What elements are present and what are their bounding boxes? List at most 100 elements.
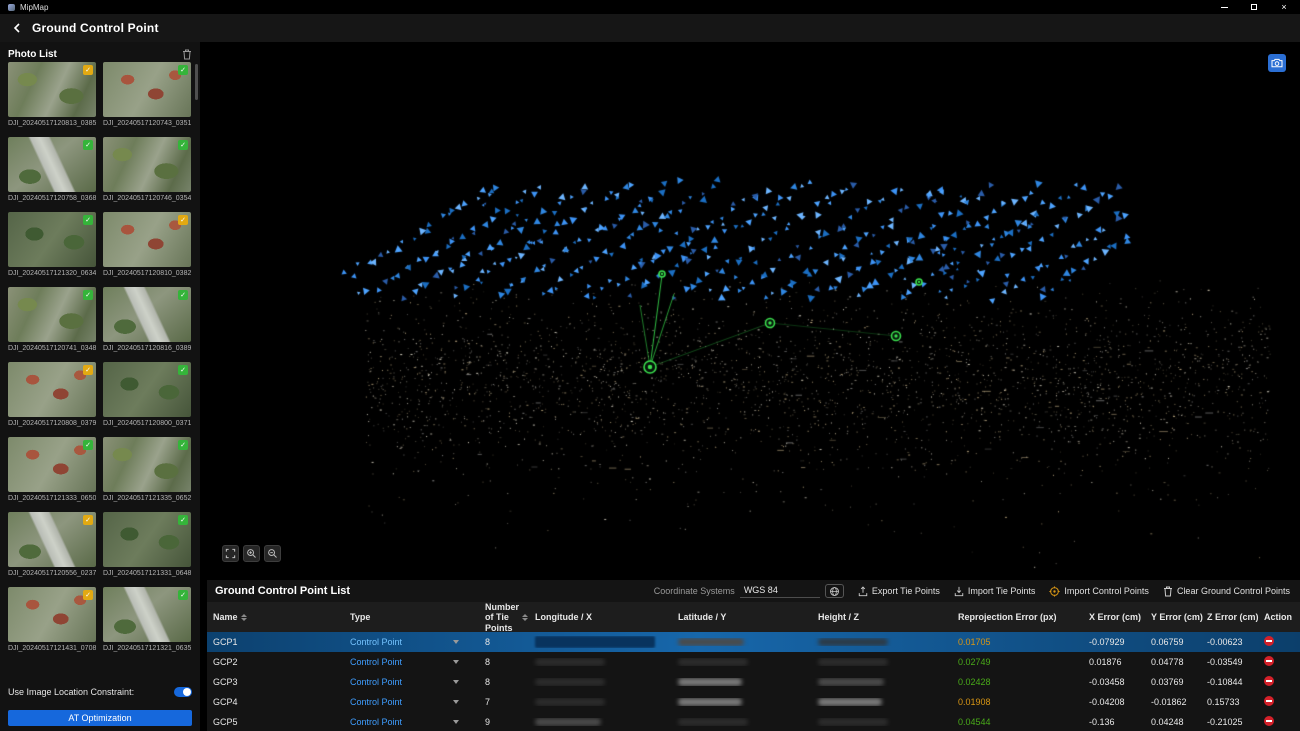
z-error-value: -0.21025 xyxy=(1201,717,1258,727)
table-row-gcp2[interactable]: GCP2 Control Point 8 0.02749 0.01876 0.0… xyxy=(207,652,1300,672)
back-button[interactable] xyxy=(10,21,24,35)
photo-filename: DJI_20240517120741_0348... xyxy=(8,345,96,352)
photo-filename: DJI_20240517120743_0351... xyxy=(103,120,191,127)
import-tie-points-button[interactable]: Import Tie Points xyxy=(954,586,1036,597)
col-type: Type xyxy=(344,612,479,622)
gcp-name: GCP3 xyxy=(207,677,344,687)
screenshot-camera-button[interactable] xyxy=(1268,54,1286,72)
check-badge-icon xyxy=(83,215,93,225)
close-button[interactable]: × xyxy=(1278,2,1290,12)
photo-list-sidebar: Photo List DJI_20240517120813_0385... DJ… xyxy=(0,42,200,731)
x-error-value: 0.01876 xyxy=(1083,657,1145,667)
export-tie-points-label: Export Tie Points xyxy=(872,586,940,596)
gcp-list-panel: Ground Control Point List Coordinate Sys… xyxy=(207,580,1300,731)
coordinate-system-input[interactable]: WGS 84 xyxy=(740,584,820,598)
photo-item[interactable]: DJI_20240517120816_0389... xyxy=(103,287,191,352)
minimize-button[interactable] xyxy=(1218,2,1230,12)
coordinate-system-picker-button[interactable] xyxy=(825,584,844,598)
photo-item[interactable]: DJI_20240517121320_0634... xyxy=(8,212,96,277)
reprojection-error-value: 0.02428 xyxy=(952,677,1083,687)
table-row-gcp4[interactable]: GCP4 Control Point 7 0.01908 -0.04208 -0… xyxy=(207,692,1300,712)
chevron-down-icon xyxy=(453,640,459,644)
zoom-in-button[interactable] xyxy=(243,545,260,562)
import-control-points-button[interactable]: Import Control Points xyxy=(1049,586,1149,597)
viewport-zoom-toolbar xyxy=(222,545,281,562)
photo-item[interactable]: DJI_20240517120556_0237... xyxy=(8,512,96,577)
photo-item[interactable]: DJI_20240517120746_0354... xyxy=(103,137,191,202)
import-tie-points-label: Import Tie Points xyxy=(968,586,1036,596)
panel-title: Ground Control Point List xyxy=(215,585,350,597)
type-dropdown[interactable]: Control Point xyxy=(344,677,479,687)
delete-gcp-button[interactable] xyxy=(1264,656,1274,666)
photo-thumbnail xyxy=(8,62,96,117)
photo-item[interactable]: DJI_20240517120813_0385... xyxy=(8,62,96,127)
z-error-value: -0.03549 xyxy=(1201,657,1258,667)
delete-gcp-button[interactable] xyxy=(1264,676,1274,686)
photo-thumbnail xyxy=(103,287,191,342)
photo-thumbnail xyxy=(103,137,191,192)
reprojection-error-value: 0.02749 xyxy=(952,657,1083,667)
photo-item[interactable]: DJI_20240517120743_0351... xyxy=(103,62,191,127)
photo-item[interactable]: DJI_20240517120800_0371... xyxy=(103,362,191,427)
sort-icon[interactable] xyxy=(522,614,528,621)
maximize-button[interactable] xyxy=(1248,2,1260,12)
photo-item[interactable]: DJI_20240517120810_0382... xyxy=(103,212,191,277)
table-row-gcp1[interactable]: GCP1 Control Point 8 0.01705 -0.07929 0.… xyxy=(207,632,1300,652)
photo-thumbnail xyxy=(103,212,191,267)
export-tie-points-button[interactable]: Export Tie Points xyxy=(858,586,940,597)
clear-gcp-button[interactable]: Clear Ground Control Points xyxy=(1163,586,1290,597)
col-latitude: Latitude / Y xyxy=(672,612,812,622)
flag-badge-icon xyxy=(83,515,93,525)
y-error-value: -0.01862 xyxy=(1145,697,1201,707)
coordinate-systems-label: Coordinate Systems xyxy=(654,586,735,596)
photo-item[interactable]: DJI_20240517121431_0708... xyxy=(8,587,96,652)
table-row-gcp5[interactable]: GCP5 Control Point 9 0.04544 -0.136 0.04… xyxy=(207,712,1300,731)
photo-item[interactable]: DJI_20240517120758_0368... xyxy=(8,137,96,202)
col-height: Height / Z xyxy=(812,612,952,622)
gcp-name: GCP2 xyxy=(207,657,344,667)
delete-gcp-button[interactable] xyxy=(1264,716,1274,726)
photo-item[interactable]: DJI_20240517121331_0648... xyxy=(103,512,191,577)
type-dropdown[interactable]: Control Point xyxy=(344,657,479,667)
type-value: Control Point xyxy=(350,657,402,667)
photo-filename: DJI_20240517121331_0648... xyxy=(103,570,191,577)
fit-view-button[interactable] xyxy=(222,545,239,562)
photo-item[interactable]: DJI_20240517120808_0379... xyxy=(8,362,96,427)
delete-gcp-button[interactable] xyxy=(1264,696,1274,706)
photo-item[interactable]: DJI_20240517121335_0652... xyxy=(103,437,191,502)
type-dropdown[interactable]: Control Point xyxy=(344,637,479,647)
photo-item[interactable]: DJI_20240517121333_0650... xyxy=(8,437,96,502)
photo-thumbnail xyxy=(103,362,191,417)
delete-photos-button[interactable] xyxy=(182,49,192,60)
latitude-value-blurred xyxy=(672,658,812,666)
photo-item[interactable]: DJI_20240517121321_0635... xyxy=(103,587,191,652)
latitude-value-blurred xyxy=(672,718,812,726)
delete-gcp-button[interactable] xyxy=(1264,636,1274,646)
type-dropdown[interactable]: Control Point xyxy=(344,697,479,707)
photo-item[interactable]: DJI_20240517120741_0348... xyxy=(8,287,96,352)
image-location-constraint-toggle[interactable] xyxy=(174,687,192,697)
action-cell xyxy=(1258,636,1300,648)
point-cloud-viewport[interactable] xyxy=(200,42,1300,580)
col-tie-points[interactable]: Number of Tie Points xyxy=(479,602,529,633)
table-row-gcp3[interactable]: GCP3 Control Point 8 0.02428 -0.03458 0.… xyxy=(207,672,1300,692)
reprojection-error-value: 0.01705 xyxy=(952,637,1083,647)
photo-list-scrollbar[interactable] xyxy=(195,64,198,100)
latitude-value-blurred xyxy=(672,698,812,706)
page-title: Ground Control Point xyxy=(32,21,159,35)
height-value-blurred xyxy=(812,718,952,726)
photo-thumbnail xyxy=(103,437,191,492)
photo-thumbnail xyxy=(8,587,96,642)
sort-icon[interactable] xyxy=(241,614,247,621)
zoom-out-button[interactable] xyxy=(264,545,281,562)
photo-filename: DJI_20240517120816_0389... xyxy=(103,345,191,352)
type-dropdown[interactable]: Control Point xyxy=(344,717,479,727)
clear-gcp-label: Clear Ground Control Points xyxy=(1177,586,1290,596)
app-logo-icon xyxy=(8,4,15,11)
check-badge-icon xyxy=(178,65,188,75)
col-y-error: Y Error (cm) xyxy=(1145,612,1201,622)
import-icon xyxy=(954,586,964,597)
at-optimization-button[interactable]: AT Optimization xyxy=(8,710,192,726)
x-error-value: -0.136 xyxy=(1083,717,1145,727)
col-name[interactable]: Name xyxy=(207,612,344,622)
